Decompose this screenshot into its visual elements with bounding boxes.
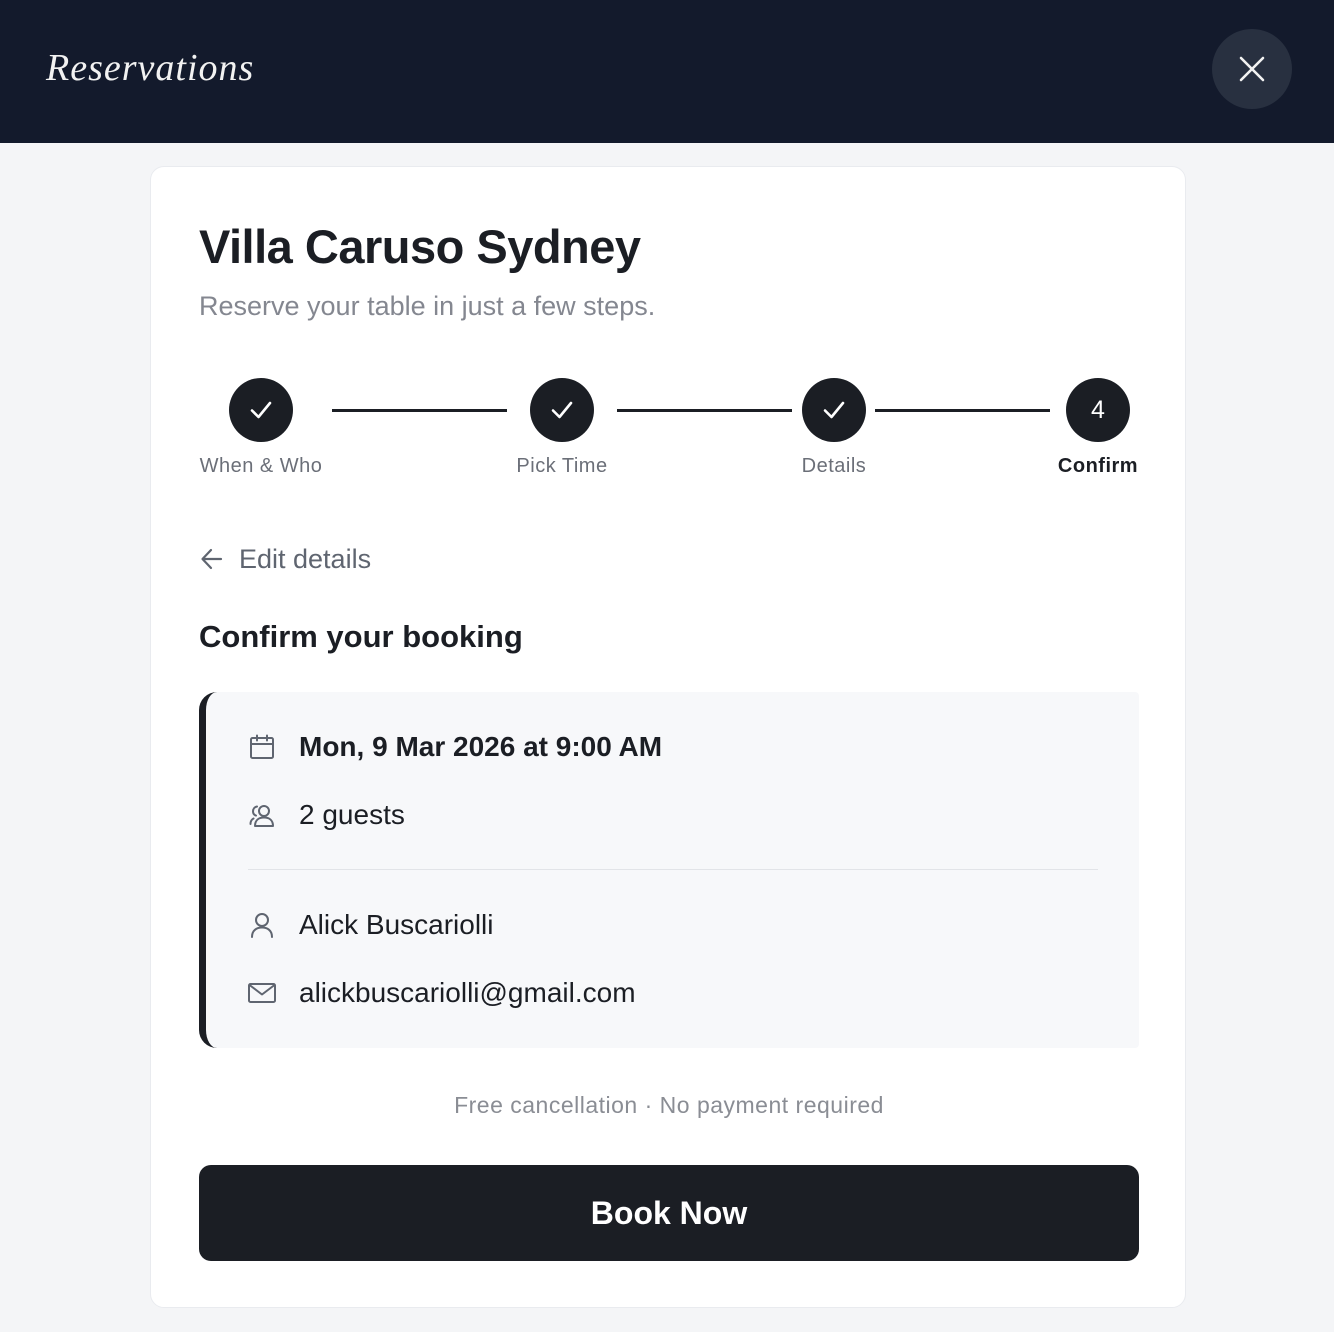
step-label-pick-time[interactable]: Pick Time (502, 455, 622, 478)
step-2-circle[interactable] (530, 378, 594, 442)
step-4-circle: 4 (1066, 378, 1130, 442)
check-icon (823, 401, 845, 419)
edit-details-link[interactable]: Edit details (199, 541, 371, 577)
step-3-circle[interactable] (802, 378, 866, 442)
users-icon (249, 805, 274, 827)
restaurant-name: Villa Caruso Sydney (199, 220, 641, 273)
step-1-circle[interactable] (229, 378, 293, 442)
summary-name-row: Alick Buscariolli (247, 905, 494, 945)
step-label-when-who[interactable]: When & Who (199, 455, 323, 478)
step-connector (875, 409, 1050, 412)
top-bar: Reservations (0, 0, 1334, 143)
step-connector (332, 409, 507, 412)
reservation-card: Villa Caruso Sydney Reserve your table i… (150, 166, 1186, 1308)
arrow-left-icon (201, 548, 223, 570)
brand-title: Reservations (46, 47, 255, 89)
mail-icon (248, 983, 276, 1003)
summary-divider (248, 869, 1098, 870)
check-icon (250, 401, 272, 419)
close-button[interactable] (1212, 29, 1292, 109)
summary-guests: 2 guests (299, 799, 405, 830)
summary-email: alickbuscariolli@gmail.com (299, 977, 636, 1008)
cancellation-note: Free cancellation · No payment required (454, 1092, 884, 1118)
summary-name: Alick Buscariolli (299, 909, 494, 940)
summary-email-row: alickbuscariolli@gmail.com (247, 973, 636, 1013)
restaurant-tagline: Reserve your table in just a few steps. (199, 291, 656, 321)
close-icon (1239, 56, 1265, 82)
summary-guests-row: 2 guests (247, 795, 405, 835)
summary-datetime-row: Mon, 9 Mar 2026 at 9:00 AM (247, 727, 662, 767)
section-heading: Confirm your booking (199, 619, 523, 654)
check-icon (551, 401, 573, 419)
step-label-details[interactable]: Details (784, 455, 884, 478)
user-icon (251, 913, 273, 938)
edit-details-label: Edit details (239, 543, 372, 574)
step-connector (617, 409, 792, 412)
summary-datetime: Mon, 9 Mar 2026 at 9:00 AM (299, 731, 663, 762)
booking-summary: Mon, 9 Mar 2026 at 9:00 AM 2 guests Alic… (199, 692, 1139, 1048)
step-label-confirm: Confirm (1057, 455, 1139, 477)
book-now-button[interactable]: Book Now (199, 1165, 1139, 1261)
calendar-icon (250, 734, 274, 759)
step-4-number: 4 (1091, 396, 1105, 424)
